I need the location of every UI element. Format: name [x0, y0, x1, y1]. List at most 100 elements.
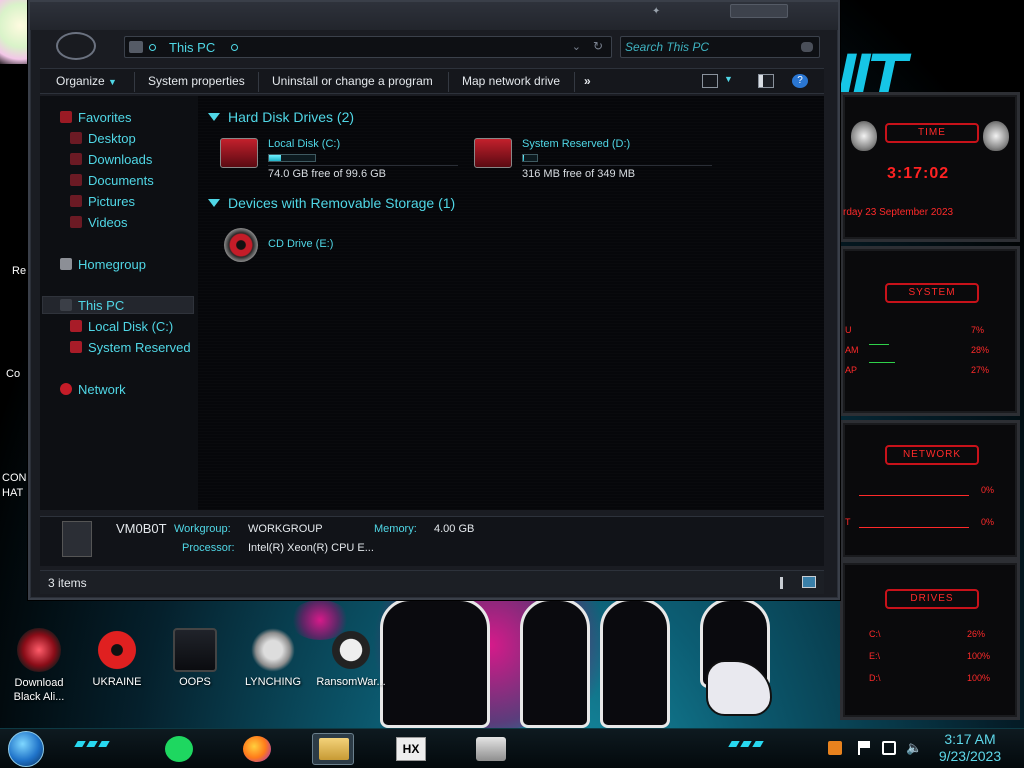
taskbar-decoration [86, 741, 98, 747]
uninstall-program-button[interactable]: Uninstall or change a program [272, 74, 433, 88]
desktop-icon-label-fragment: CON [2, 472, 27, 484]
tray-app-icon[interactable] [828, 741, 842, 755]
nav-item-favorites[interactable]: Favorites [60, 110, 131, 125]
desktop-icon-ukraine[interactable]: UKRAINE [82, 628, 152, 688]
help-icon[interactable]: ? [792, 74, 808, 88]
taskbar-app-hxd[interactable]: HX [390, 733, 432, 765]
chevron-down-icon [208, 199, 220, 207]
memory-value: 4.00 GB [434, 523, 475, 535]
network-tray-icon[interactable] [882, 741, 896, 755]
taskbar-decoration [98, 741, 110, 747]
more-commands-button[interactable]: » [584, 74, 591, 88]
desktop-icon-oops[interactable]: OOPS [160, 628, 230, 688]
computer-icon [60, 299, 72, 311]
videos-folder-icon [70, 216, 82, 228]
gadget-graph [859, 527, 969, 528]
computer-icon [62, 521, 92, 557]
desktop-icon-label-fragment: HAT [2, 487, 24, 499]
desktop-icon-label-fragment: Co [6, 368, 21, 380]
window-titlebar[interactable]: ✦ [30, 2, 838, 30]
map-network-drive-button[interactable]: Map network drive [462, 74, 560, 88]
view-options-icon[interactable] [702, 74, 718, 88]
group-header-label: Hard Disk Drives (2) [228, 109, 355, 125]
toolbar-divider [258, 72, 259, 92]
clock-time: 3:17 AM [944, 731, 996, 747]
desktop-icon-label: UKRAINE [92, 676, 142, 688]
processor-value: Intel(R) Xeon(R) CPU E... [248, 542, 374, 554]
network-icon [60, 383, 72, 395]
address-dropdown-icon[interactable]: ⌄ [572, 40, 581, 53]
flag-icon[interactable] [858, 741, 872, 755]
nav-item-downloads[interactable]: Downloads [70, 152, 152, 167]
nav-item-documents[interactable]: Documents [70, 173, 154, 188]
gadget-row-value: 7% [971, 325, 985, 335]
gadget-row-value: 0% [981, 517, 995, 527]
content-pane: Hard Disk Drives (2) Local Disk (C:) 74.… [198, 96, 824, 510]
nav-item-videos[interactable]: Videos [70, 215, 128, 230]
nav-item-desktop[interactable]: Desktop [70, 131, 136, 146]
desktop-icon-label: LYNCHING [244, 676, 302, 688]
taskbar-app-installer[interactable] [470, 733, 512, 765]
taskbar-app-notes[interactable] [158, 733, 200, 765]
taskbar-app-firefox[interactable] [236, 733, 278, 765]
nav-item-label: Pictures [88, 194, 135, 209]
gadget-title: NETWORK [885, 445, 979, 465]
gadget-row-label: U [845, 325, 852, 335]
system-properties-button[interactable]: System properties [148, 74, 245, 88]
nav-item-system-reserved[interactable]: System Reserved [70, 340, 191, 355]
view-dropdown-icon[interactable]: ▼ [724, 74, 733, 84]
group-header-removable-storage[interactable]: Devices with Removable Storage (1) [208, 195, 455, 211]
nav-item-label: Desktop [88, 131, 136, 146]
search-input[interactable] [625, 39, 795, 55]
gadget-graph [859, 495, 969, 496]
desktop-icon-ransomware[interactable]: RansomWar... [316, 628, 386, 688]
chevron-down-icon [208, 113, 220, 121]
hard-drive-icon [474, 138, 512, 168]
address-bar[interactable]: This PC ⌄ ↻ [124, 36, 612, 58]
item-count: 3 items [48, 576, 87, 590]
homegroup-icon [60, 258, 72, 270]
radiation-icon [95, 628, 139, 672]
computer-name: VM0B0T [116, 521, 167, 536]
command-toolbar: Organize ▼ System properties Uninstall o… [40, 68, 824, 94]
gadget-row-value: 100% [967, 673, 991, 683]
organize-button[interactable]: Organize ▼ [56, 74, 117, 88]
skull-icon [329, 628, 373, 672]
preview-pane-icon[interactable] [758, 74, 774, 88]
taskbar-app-file-explorer[interactable] [312, 733, 354, 765]
details-view-icon[interactable] [780, 577, 783, 589]
nav-item-local-disk[interactable]: Local Disk (C:) [70, 319, 173, 334]
drive-divider [522, 165, 712, 166]
gadget-row-label: D:\ [869, 673, 881, 683]
search-icon[interactable] [801, 42, 813, 52]
nav-item-label: Homegroup [78, 257, 146, 272]
gadget-row-label: AM [845, 345, 859, 355]
drive-name: System Reserved (D:) [522, 138, 631, 150]
nav-item-homegroup[interactable]: Homegroup [60, 257, 146, 272]
chevron-down-icon: ▼ [108, 77, 117, 87]
nav-item-pictures[interactable]: Pictures [70, 194, 135, 209]
nav-item-this-pc[interactable]: This PC [60, 298, 124, 313]
desktop-icon-download-black-alien[interactable]: Download Black Ali... [4, 628, 74, 704]
drive-free-space: 74.0 GB free of 99.6 GB [268, 168, 387, 180]
minimize-button[interactable] [730, 4, 788, 18]
volume-icon[interactable]: 🔈 [906, 741, 922, 755]
taskbar-clock[interactable]: 3:17 AM 9/23/2023 [930, 731, 1010, 765]
firefox-icon [243, 736, 271, 762]
nav-item-label: Favorites [78, 110, 132, 125]
desktop-icon-lynching[interactable]: LYNCHING [238, 628, 308, 688]
nav-item-label: System Reserved [88, 340, 191, 355]
drive-name: Local Disk (C:) [268, 138, 341, 150]
search-box[interactable] [620, 36, 820, 58]
address-location[interactable]: This PC [169, 40, 215, 55]
start-button[interactable] [8, 731, 44, 767]
breadcrumb-dot-icon[interactable] [231, 44, 238, 51]
refresh-icon[interactable]: ↻ [593, 39, 603, 53]
nav-item-network[interactable]: Network [60, 382, 126, 397]
group-header-hard-disk-drives[interactable]: Hard Disk Drives (2) [208, 109, 354, 125]
taskbar: HX 🔈 3:17 AM 9/23/2023 [0, 728, 1024, 768]
large-icons-view-icon[interactable] [802, 576, 816, 588]
pictures-folder-icon [70, 195, 82, 207]
wallpaper-figure [380, 598, 490, 728]
drive-usage-fill [269, 155, 281, 161]
